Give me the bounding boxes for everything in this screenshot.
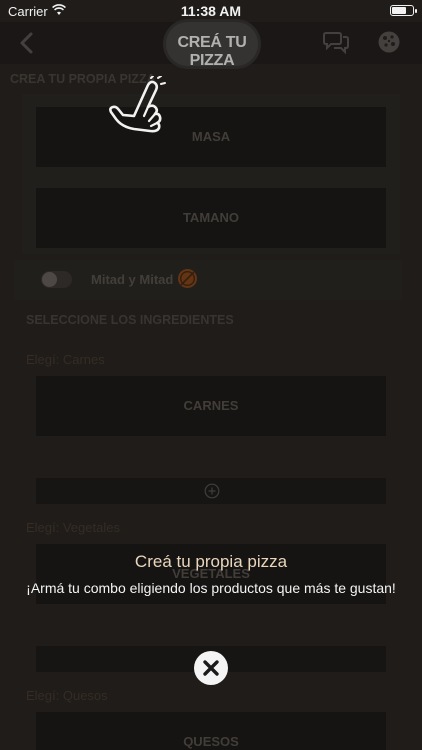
battery-icon — [390, 5, 417, 16]
screen: Carrier 11:38 AM CREÁ TU PIZZA CREA TU P… — [0, 0, 422, 750]
status-bar: Carrier 11:38 AM — [0, 0, 422, 22]
close-button[interactable] — [194, 651, 228, 685]
close-icon — [203, 660, 219, 676]
clock: 11:38 AM — [180, 3, 242, 19]
promo-subtitle: ¡Armá tu combo eligiendo los productos q… — [26, 580, 396, 596]
coach-overlay[interactable] — [0, 0, 422, 750]
promo-title: Creá tu propia pizza — [134, 552, 288, 571]
battery-level — [392, 7, 406, 14]
pointing-hand-icon — [109, 76, 166, 133]
